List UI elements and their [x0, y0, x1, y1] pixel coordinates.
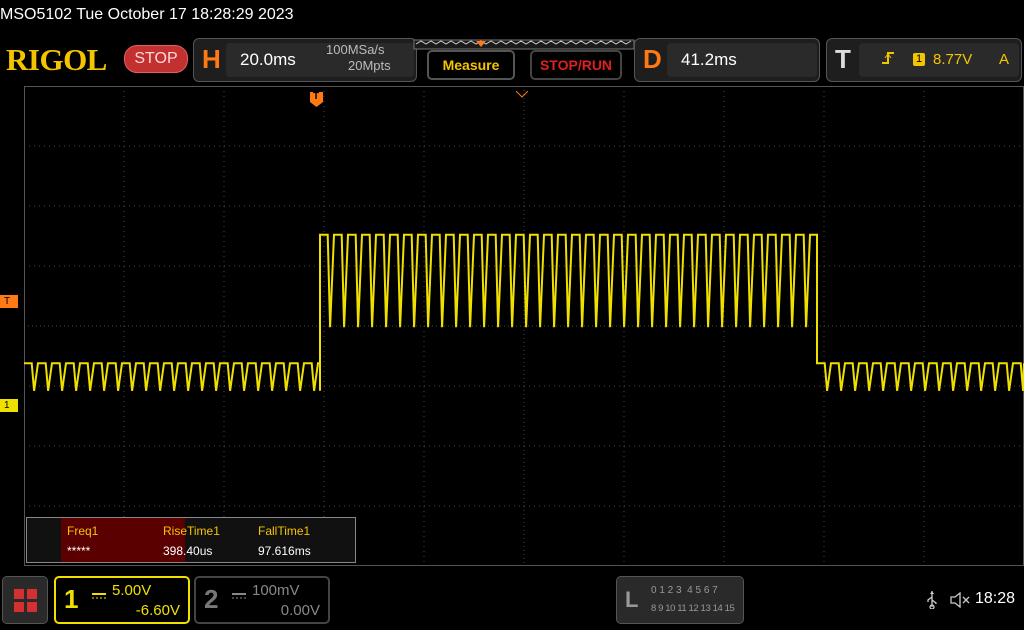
horizontal-center-marker [515, 86, 529, 98]
waveform-display[interactable] [24, 86, 1024, 566]
measurement-panel[interactable]: Freq1 ***** RiseTime1 398.40us FallTime1… [26, 517, 356, 563]
trigger-coupling: A [999, 51, 1010, 68]
window-title: MSO5102 Tue October 17 18:28:29 2023 [0, 6, 294, 23]
measurement-label: FallTime1 [258, 524, 311, 538]
channel1-offset-marker[interactable]: 1 [0, 399, 18, 412]
channel1-trace [24, 233, 1024, 391]
logic-channels-row2: 8 9 10 11 12 13 14 15 [651, 603, 735, 614]
sample-rate: 100MSa/s [326, 42, 385, 57]
logic-panel[interactable]: L 0 1 2 3 4 5 6 7 8 9 10 11 12 13 14 15 [616, 576, 744, 624]
measurement-label: RiseTime1 [163, 524, 220, 538]
delay-panel[interactable]: D 41.2ms [634, 38, 820, 82]
stop-run-button[interactable]: STOP/RUN [530, 50, 622, 80]
mute-icon[interactable] [950, 591, 970, 609]
measurement-value: ***** [67, 544, 91, 558]
measurement-value: 398.40us [163, 544, 213, 558]
channel2-number: 2 [204, 584, 219, 614]
channel2-panel[interactable]: 2 100mV 0.00V [194, 576, 330, 624]
channel2-offset: 0.00V [280, 602, 320, 619]
menu-button[interactable] [2, 576, 48, 624]
delay-label: D [643, 44, 662, 74]
measure-button[interactable]: Measure [427, 50, 515, 80]
trigger-label: T [835, 44, 851, 74]
logic-channels-row1: 0 1 2 3 4 5 6 7 [651, 585, 718, 596]
measurement-falltime1[interactable]: FallTime1 97.616ms [252, 518, 352, 562]
memory-depth: 20Mpts [348, 58, 391, 73]
trigger-level-marker[interactable]: T [0, 295, 18, 308]
usb-icon [926, 591, 938, 610]
menu-grid-icon [14, 589, 38, 613]
dc-coupling-icon [92, 587, 106, 599]
run-state-badge[interactable]: STOP [124, 45, 188, 73]
trigger-panel[interactable]: T 1 8.77V A [826, 38, 1022, 82]
channel1-offset: -6.60V [135, 602, 180, 619]
channel2-scale: 100mV [252, 582, 300, 599]
horizontal-label: H [202, 44, 221, 74]
channel1-panel[interactable]: 1 5.00V -6.60V [54, 576, 190, 624]
trigger-level: 8.77V [933, 51, 973, 68]
logic-label: L [625, 587, 639, 612]
trigger-position-ribbon [413, 38, 635, 50]
measurement-value: 97.616ms [258, 544, 311, 558]
measurement-risetime1[interactable]: RiseTime1 398.40us [157, 518, 252, 562]
measurement-label: Freq1 [67, 524, 99, 538]
channel1-number: 1 [64, 584, 79, 614]
trigger-position-marker: T [310, 91, 324, 108]
timebase-value: 20.0ms [240, 50, 296, 69]
rigol-logo: RIGOL [6, 42, 107, 77]
dc-coupling-icon [232, 587, 246, 599]
delay-value: 41.2ms [681, 50, 737, 69]
trigger-source-badge: 1 [913, 53, 925, 66]
horizontal-panel[interactable]: H 20.0ms 100MSa/s 20Mpts [193, 38, 417, 82]
rising-edge-icon [881, 50, 895, 66]
channel1-scale: 5.00V [112, 582, 152, 599]
clock-time: 18:28 [975, 590, 1016, 607]
channel1-waveform [24, 233, 1024, 391]
